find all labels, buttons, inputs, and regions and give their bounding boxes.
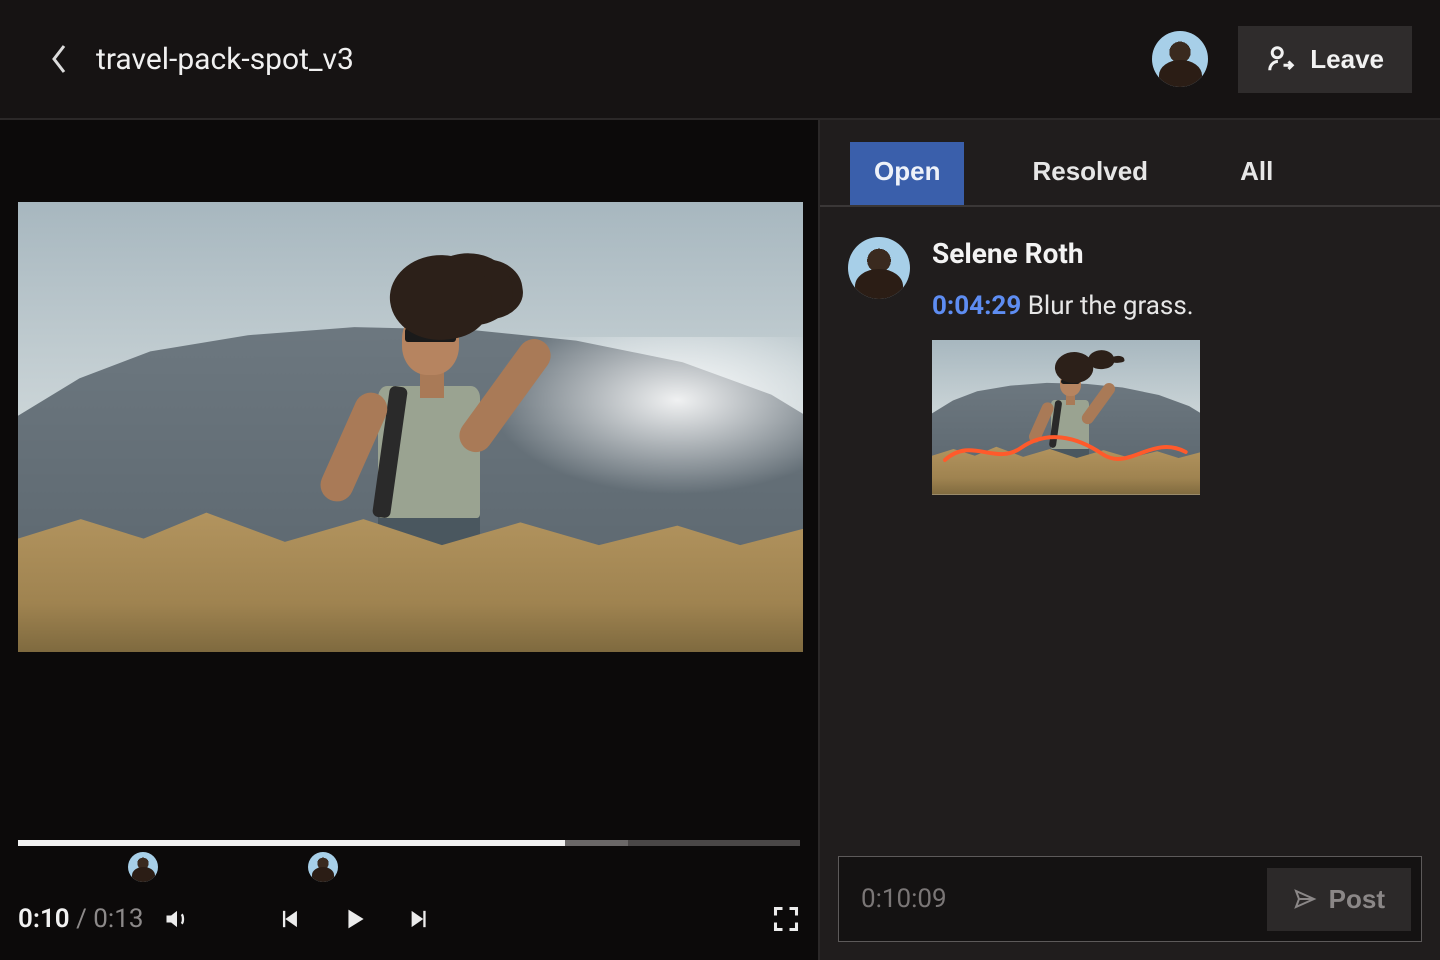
main: 0:10 / 0:13	[0, 120, 1440, 960]
post-button[interactable]: Post	[1267, 868, 1411, 931]
time-duration: 0:13	[93, 904, 143, 934]
tab-all[interactable]: All	[1216, 142, 1297, 205]
comment-thread: Selene Roth 0:04:29 Blur the grass.	[820, 207, 1440, 856]
header: travel-pack-spot_v3 Leave	[0, 0, 1440, 120]
timecode: 0:10 / 0:13	[18, 904, 143, 934]
user-avatar[interactable]	[1152, 31, 1208, 87]
time-current: 0:10	[18, 904, 70, 934]
comment-markers	[18, 846, 800, 890]
video-pane: 0:10 / 0:13	[0, 120, 820, 960]
comment-thumbnail[interactable]	[932, 340, 1200, 495]
composer-timestamp: 0:10:09	[861, 884, 947, 914]
step-back-icon[interactable]	[278, 905, 306, 933]
timeline-comment-marker[interactable]	[128, 852, 158, 882]
scrub-area	[0, 840, 818, 890]
fullscreen-icon[interactable]	[772, 905, 800, 933]
step-forward-icon[interactable]	[402, 905, 430, 933]
comment-body: Selene Roth 0:04:29 Blur the grass.	[932, 237, 1412, 495]
play-icon[interactable]	[340, 905, 368, 933]
post-label: Post	[1329, 884, 1385, 915]
comment-tabs: Open Resolved All	[820, 120, 1440, 207]
back-icon[interactable]	[50, 43, 68, 75]
leave-icon	[1266, 44, 1296, 74]
tab-open[interactable]: Open	[850, 142, 964, 205]
comment-author: Selene Roth	[932, 237, 1412, 270]
comment-timestamp[interactable]: 0:04:29	[932, 291, 1021, 321]
annotation-stroke	[943, 430, 1190, 470]
header-left: travel-pack-spot_v3	[50, 42, 354, 77]
comment-avatar	[848, 237, 910, 299]
file-name: travel-pack-spot_v3	[96, 42, 354, 77]
comment-line: 0:04:29 Blur the grass.	[932, 290, 1412, 324]
comment-text: Blur the grass.	[1028, 291, 1194, 321]
send-icon	[1293, 887, 1317, 911]
comment[interactable]: Selene Roth 0:04:29 Blur the grass.	[848, 237, 1412, 495]
leave-label: Leave	[1310, 44, 1384, 75]
transport-controls	[278, 905, 430, 933]
volume-icon[interactable]	[163, 905, 191, 933]
timeline-comment-marker[interactable]	[308, 852, 338, 882]
video-canvas-wrap	[0, 120, 818, 680]
header-right: Leave	[1152, 26, 1412, 93]
tab-resolved[interactable]: Resolved	[1008, 142, 1172, 205]
video-frame[interactable]	[18, 202, 803, 652]
player-controls: 0:10 / 0:13	[0, 890, 818, 960]
comment-pane: Open Resolved All Selene Roth 0:04:29 Blur…	[820, 120, 1440, 960]
comment-composer[interactable]: 0:10:09 Post	[838, 856, 1422, 942]
leave-button[interactable]: Leave	[1238, 26, 1412, 93]
